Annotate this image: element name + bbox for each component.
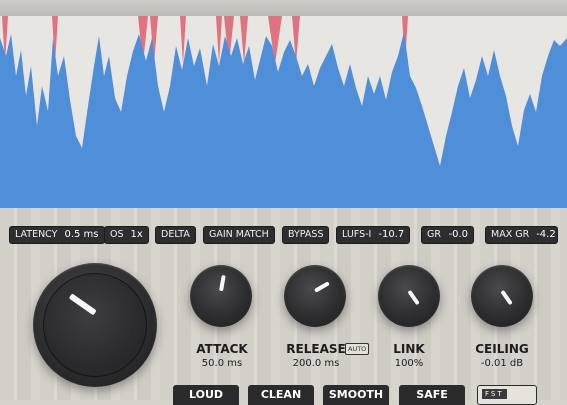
max-gr-value: -4.2 [536,229,556,240]
input-gain-knob[interactable] [33,263,157,387]
clipping-overlay [2,16,408,64]
latency-label: LATENCY [15,229,58,240]
delta-button[interactable]: DELTA [155,226,196,244]
os-label: OS [110,229,124,240]
display-top-bar [0,0,567,16]
link-label: LINK [393,342,425,356]
link-knob[interactable] [378,265,440,327]
preset-safe-button[interactable]: SAFE [399,385,465,405]
oversampling-selector[interactable]: OS 1x [104,226,149,244]
waveform-graph [0,16,567,208]
control-panel: LATENCY 0.5 ms OS 1x DELTA GAIN MATCH BY… [0,208,567,405]
ceiling-label: CEILING [475,342,529,356]
os-value: 1x [130,229,143,240]
knob-cap [43,273,147,377]
knob-indicator [407,289,420,306]
latency-readout: LATENCY 0.5 ms [9,226,105,244]
max-gr-label: MAX GR [491,229,530,240]
fst-label: FST [482,389,507,399]
preset-clean-button[interactable]: CLEAN [248,385,314,405]
waveform-area [0,32,567,208]
ceiling-value: -0.01 dB [480,358,524,369]
max-gr-readout: MAX GR -4.2 [485,226,558,244]
ceiling-knob[interactable] [471,265,533,327]
link-value: 100% [394,358,424,369]
bypass-button[interactable]: BYPASS [282,226,330,244]
waveform-display [0,0,567,208]
gr-value: -0.0 [448,229,468,240]
attack-value: 50.0 ms [201,358,243,369]
release-value: 200.0 ms [292,358,340,369]
bypass-label: BYPASS [288,229,324,240]
release-knob[interactable] [284,265,346,327]
knob-indicator [500,289,513,306]
lufs-value: -10.7 [378,229,405,240]
knob-indicator [219,274,226,292]
knob-indicator [314,281,330,293]
gr-label: GR [427,229,441,240]
lufs-readout: LUFS-I -10.7 [336,226,410,244]
delta-label: DELTA [161,229,190,240]
fst-button[interactable]: FST [477,385,537,405]
preset-smooth-button[interactable]: SMOOTH [323,385,389,405]
preset-loud-button[interactable]: LOUD [173,385,239,405]
gain-match-label: GAIN MATCH [209,229,269,240]
lufs-label: LUFS-I [342,229,372,240]
attack-knob[interactable] [190,265,252,327]
gr-readout: GR -0.0 [421,226,474,244]
latency-value: 0.5 ms [64,229,99,240]
attack-label: ATTACK [196,342,248,356]
gain-match-button[interactable]: GAIN MATCH [203,226,275,244]
